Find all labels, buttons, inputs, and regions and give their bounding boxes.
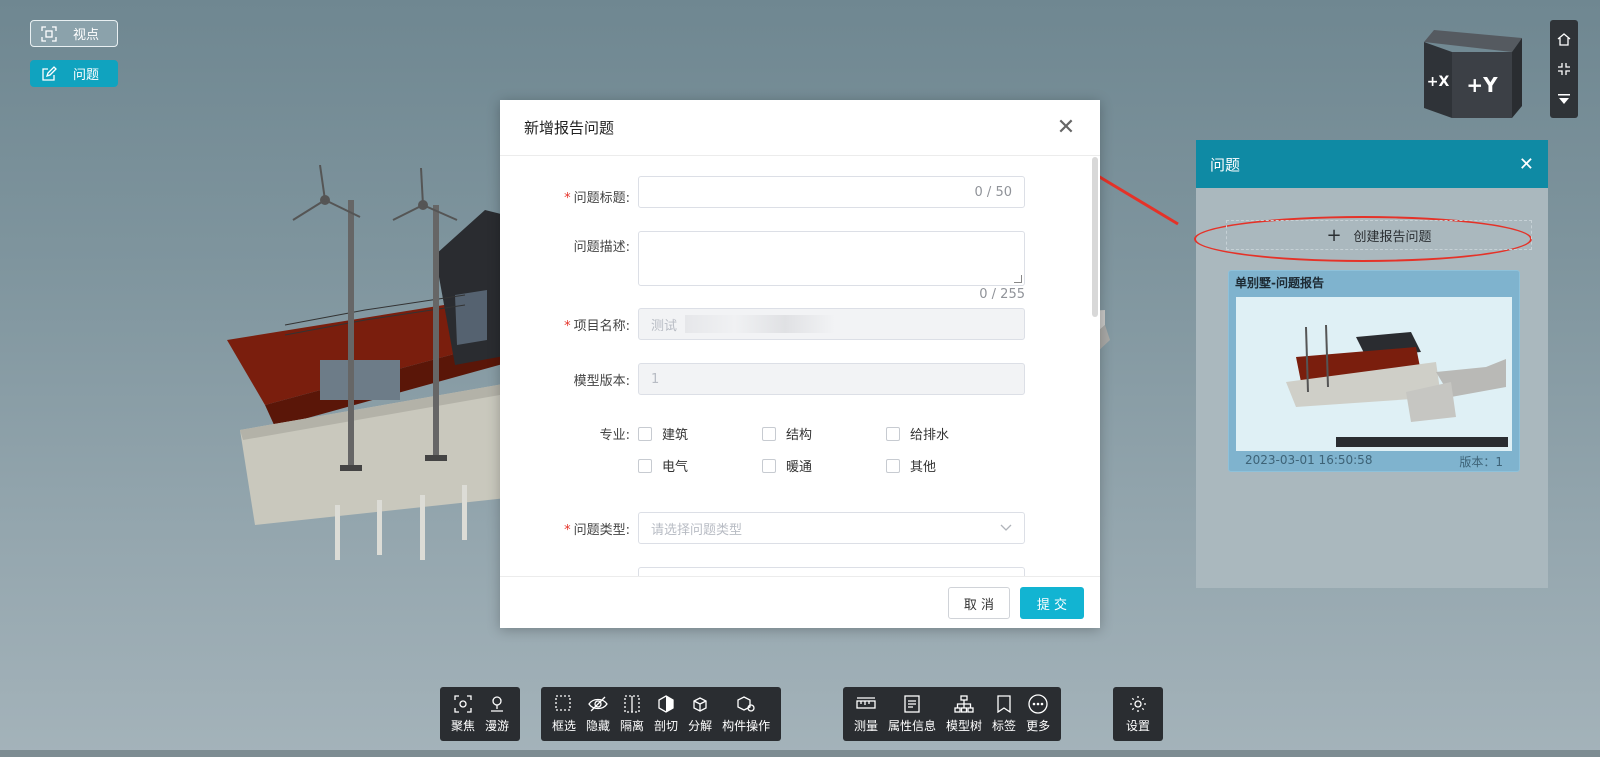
viewpoint-icon xyxy=(41,25,57,42)
project-name-input: 测试 xyxy=(638,308,1025,340)
cancel-button[interactable]: 取 消 xyxy=(948,587,1010,619)
isolate-icon xyxy=(622,694,642,714)
issue-thumbnail xyxy=(1236,297,1512,451)
issue-card-version: 版本：1 xyxy=(1459,455,1503,469)
blurred-text xyxy=(685,315,836,333)
tag-button[interactable]: 标签 xyxy=(987,687,1021,741)
walk-icon xyxy=(487,694,507,714)
viewpoint-label: 视点 xyxy=(73,28,100,43)
model-version-value: 1 xyxy=(651,371,660,387)
checkbox-plumbing[interactable]: 给排水 xyxy=(886,424,949,443)
cube-y-face: +Y xyxy=(1466,73,1498,97)
focus-icon xyxy=(453,694,473,714)
status-strip xyxy=(0,750,1600,757)
checkbox-electrical[interactable]: 电气 xyxy=(638,456,688,475)
issue-title-label: * 问题标题: xyxy=(564,190,630,206)
more-icon xyxy=(1028,694,1048,714)
issue-panel: 问题 ✕ + 创建报告问题 单别墅-问题报告 2023-03-01 16:50:… xyxy=(1194,140,1548,588)
checkbox-architecture[interactable]: 建筑 xyxy=(638,424,688,443)
discipline-label: 专业: xyxy=(599,428,630,443)
collapse-icon[interactable] xyxy=(1555,90,1573,108)
cube-x-face: +X xyxy=(1427,74,1450,90)
issue-desc-counter: 0 / 255 xyxy=(979,287,1025,302)
issue-card-title: 单别墅-问题报告 xyxy=(1235,276,1324,290)
section-button[interactable]: 剖切 xyxy=(649,687,683,741)
settings-button[interactable]: 设置 xyxy=(1121,687,1155,741)
hide-button[interactable]: 隐藏 xyxy=(581,687,615,741)
model-tree-button[interactable]: 模型树 xyxy=(941,687,987,741)
close-icon[interactable]: ✕ xyxy=(1056,115,1076,140)
measure-button[interactable]: 测量 xyxy=(849,687,883,741)
component-ops-button[interactable]: 构件操作 xyxy=(717,687,775,741)
model-version-input: 1 xyxy=(638,363,1025,395)
create-issue-label: 创建报告问题 xyxy=(1353,229,1432,245)
next-field-input[interactable] xyxy=(638,567,1025,576)
fit-icon[interactable] xyxy=(1555,60,1573,78)
issue-type-select[interactable]: 请选择问题类型 xyxy=(638,512,1025,544)
properties-button[interactable]: 属性信息 xyxy=(883,687,941,741)
document-icon xyxy=(902,694,922,714)
home-icon[interactable] xyxy=(1555,30,1573,48)
issue-title-counter: 0 / 50 xyxy=(974,184,1012,200)
issue-type-label: * 问题类型: xyxy=(564,522,630,538)
issue-card[interactable]: 单别墅-问题报告 2023-03-01 16:50:58 版本：1 xyxy=(1228,270,1520,472)
bookmark-icon xyxy=(994,694,1014,714)
gear-icon xyxy=(1128,694,1148,714)
plus-icon: + xyxy=(1326,224,1342,246)
checkbox-structure[interactable]: 结构 xyxy=(762,424,812,443)
walk-button[interactable]: 漫游 xyxy=(480,687,514,741)
ruler-icon xyxy=(856,694,876,714)
issue-card-date: 2023-03-01 16:50:58 xyxy=(1245,453,1373,467)
view-cube[interactable]: +X +Y xyxy=(1424,30,1524,120)
issue-type-placeholder: 请选择问题类型 xyxy=(651,522,743,538)
toolbar-group-info: 测量 属性信息 模型树 标签 更多 xyxy=(843,687,1062,741)
issue-desc-textarea[interactable] xyxy=(638,231,1025,286)
issue-panel-header: 问题 ✕ xyxy=(1196,140,1548,188)
checkbox-other[interactable]: 其他 xyxy=(886,456,936,475)
close-icon[interactable]: ✕ xyxy=(1519,154,1534,175)
issue-title-input[interactable]: 0 / 50 xyxy=(638,176,1025,208)
new-issue-dialog: 新增报告问题 ✕ * 问题标题: 0 / 50 问题描述: 0 / 255 * 项目… xyxy=(500,100,1100,628)
toolbar-group-settings: 设置 xyxy=(1113,687,1164,741)
submit-button[interactable]: 提 交 xyxy=(1020,587,1084,619)
edit-icon xyxy=(41,65,57,82)
box-select-button[interactable]: 框选 xyxy=(547,687,581,741)
model-version-label: 模型版本: xyxy=(573,373,630,389)
checkbox-hvac[interactable]: 暖通 xyxy=(762,456,812,475)
component-icon xyxy=(736,694,756,714)
chevron-down-icon xyxy=(1000,522,1012,535)
explode-button[interactable]: 分解 xyxy=(683,687,717,741)
cube-cut-icon xyxy=(656,694,676,714)
issue-desc-label: 问题描述: xyxy=(573,240,630,255)
box-select-icon xyxy=(554,694,574,714)
view-tools xyxy=(1550,20,1578,118)
toolbar-group-navigation: 聚焦 漫游 xyxy=(440,687,521,741)
project-name-label: * 项目名称: xyxy=(564,318,630,334)
viewpoint-button[interactable]: 视点 xyxy=(30,20,118,47)
issue-label: 问题 xyxy=(73,68,100,83)
issue-button[interactable]: 问题 xyxy=(30,60,118,87)
issue-panel-title: 问题 xyxy=(1210,155,1241,174)
focus-button[interactable]: 聚焦 xyxy=(446,687,480,741)
toolbar-group-edit: 框选 隐藏 隔离 剖切 分解 构件操作 xyxy=(541,687,782,741)
explode-icon xyxy=(690,694,710,714)
tree-icon xyxy=(954,694,974,714)
isolate-button[interactable]: 隔离 xyxy=(615,687,649,741)
project-name-value: 测试 xyxy=(651,318,678,334)
eye-off-icon xyxy=(588,694,608,714)
more-button[interactable]: 更多 xyxy=(1021,687,1055,741)
dialog-title: 新增报告问题 xyxy=(524,119,615,137)
create-issue-button[interactable]: + 创建报告问题 xyxy=(1226,220,1532,250)
